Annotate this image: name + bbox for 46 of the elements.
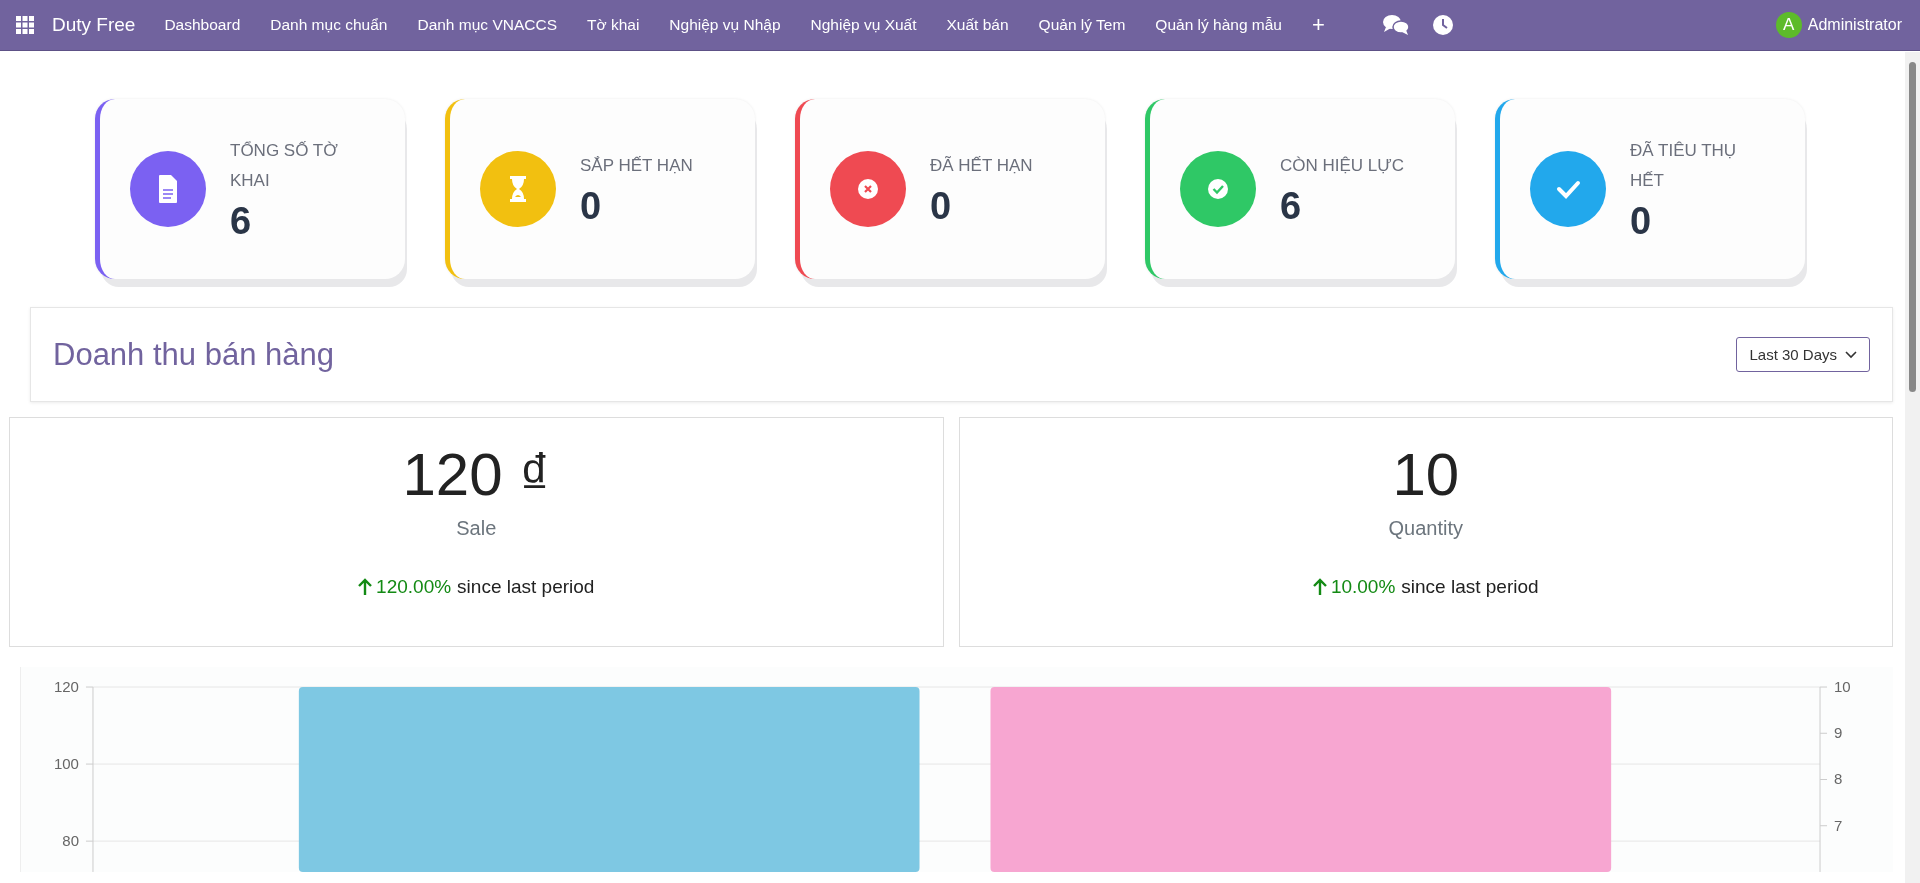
axis-tick-label: 120 bbox=[53, 678, 79, 696]
kpi-value: 120 ₫ bbox=[402, 440, 551, 509]
change-percent: 120.00% bbox=[376, 576, 452, 598]
kpi-label: Sale bbox=[456, 517, 497, 540]
axis-tick-label: 80 bbox=[62, 832, 79, 850]
kpi-value: 10 bbox=[1392, 440, 1460, 509]
axis-tick-label: 9 bbox=[1834, 724, 1843, 742]
nav-menu-item[interactable]: Nghiệp vụ Nhập bbox=[654, 16, 796, 34]
scrollbar[interactable] bbox=[1905, 52, 1920, 883]
axis-tick-label: 100 bbox=[53, 755, 79, 773]
axis-tick-label: 10 bbox=[1834, 678, 1851, 696]
user-name[interactable]: Administrator bbox=[1807, 16, 1902, 34]
apps-grid-icon[interactable] bbox=[16, 16, 34, 34]
up-arrow-icon bbox=[358, 578, 373, 596]
section-title: Doanh thu bán hàng bbox=[53, 336, 334, 373]
change-caption: since last period bbox=[457, 576, 595, 598]
card-value: 0 bbox=[930, 184, 953, 228]
card-label: CÒN HIỆU LỰC bbox=[1280, 154, 1406, 177]
app-brand[interactable]: Duty Free bbox=[52, 14, 136, 36]
card-label: ĐÃ TIÊU THỤ HẾT bbox=[1630, 139, 1738, 192]
chat-icon[interactable] bbox=[1381, 14, 1410, 36]
nav-menu-item[interactable]: Quản lý hàng mẫu bbox=[1140, 16, 1297, 34]
card-label: ĐÃ HẾT HẠN bbox=[930, 154, 1034, 177]
axis-tick-label: 7 bbox=[1834, 816, 1843, 834]
nav-menu-item[interactable]: Quản lý Tem bbox=[1023, 16, 1141, 34]
card-label: SẮP HẾT HẠN bbox=[580, 154, 694, 177]
card-label: TỔNG SỐ TỜ KHAI bbox=[230, 139, 339, 192]
card-value: 6 bbox=[230, 199, 253, 243]
card-value: 0 bbox=[1630, 199, 1653, 243]
up-arrow-icon bbox=[1312, 578, 1327, 596]
nav-menu-item[interactable]: Tờ khai bbox=[572, 16, 655, 34]
chevron-down-icon bbox=[1845, 350, 1857, 359]
change-percent: 10.00% bbox=[1330, 576, 1396, 598]
kpi-label: Quantity bbox=[1388, 517, 1463, 540]
change-caption: since last period bbox=[1401, 576, 1539, 598]
nav-menu-item[interactable]: Nghiệp vụ Xuất bbox=[795, 16, 932, 34]
card-value: 0 bbox=[580, 184, 603, 228]
nav-menu-item[interactable]: Xuất bán bbox=[931, 16, 1024, 34]
nav-menu-item[interactable]: Danh mục chuẩn bbox=[255, 16, 403, 34]
nav-menu-item[interactable]: Dashboard bbox=[149, 16, 256, 34]
add-menu-button[interactable]: + bbox=[1297, 12, 1340, 38]
clock-icon[interactable] bbox=[1431, 14, 1454, 36]
nav-menu-item[interactable]: Danh mục VNACCS bbox=[402, 16, 572, 34]
period-dropdown[interactable]: Last 30 Days bbox=[1736, 337, 1870, 372]
axis-tick-label: 8 bbox=[1834, 770, 1843, 788]
card-value: 6 bbox=[1280, 184, 1303, 228]
